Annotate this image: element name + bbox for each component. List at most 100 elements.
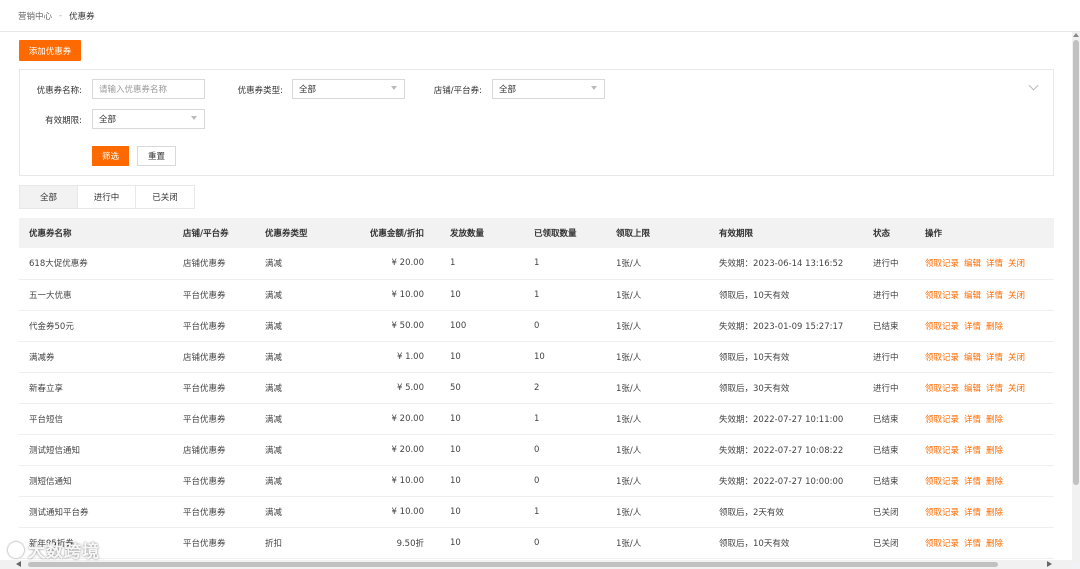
close-link[interactable]: 关闭	[1008, 259, 1025, 269]
claim-records-link[interactable]: 领取记录	[925, 415, 959, 425]
details-link[interactable]: 详情	[964, 415, 981, 425]
cell-type: 满减	[255, 496, 349, 528]
close-link[interactable]: 关闭	[1008, 384, 1025, 394]
cell-limit: 1张/人	[606, 403, 709, 435]
vertical-scrollbar[interactable]	[1072, 32, 1080, 562]
validity-select[interactable]: 全部	[92, 109, 205, 129]
cell-status: 已结束	[863, 434, 915, 466]
claim-records-link[interactable]: 领取记录	[925, 446, 959, 456]
table-row: 新春立享 平台优惠券 满减 ¥ 5.00 50 2 1张/人 领取后，30天有效 进行中 领取记录…	[19, 372, 1054, 404]
cell-actions: 领取记录 编辑 详情 关闭	[915, 248, 1054, 280]
details-link[interactable]: 详情	[986, 291, 1003, 301]
edit-link[interactable]: 编辑	[964, 384, 981, 394]
cell-validity: 领取后，30天有效	[709, 372, 863, 404]
details-link[interactable]: 详情	[964, 446, 981, 456]
claim-records-link[interactable]: 领取记录	[925, 259, 959, 269]
details-link[interactable]: 详情	[986, 384, 1003, 394]
delete-link[interactable]: 删除	[986, 446, 1003, 456]
cell-name: 618大促优惠券	[19, 248, 173, 280]
details-link[interactable]: 详情	[986, 259, 1003, 269]
delete-link[interactable]: 删除	[986, 415, 1003, 425]
cell-scope: 平台优惠券	[173, 465, 255, 497]
cell-validity: 失效期：2022-07-27 10:08:22	[709, 434, 863, 466]
delete-link[interactable]: 删除	[986, 539, 1003, 549]
cell-actions: 领取记录 详情 删除	[915, 310, 1054, 342]
cell-issued: 10	[440, 527, 524, 559]
header-scope: 店铺/平台券	[173, 218, 255, 248]
cell-actions: 领取记录 详情 删除	[915, 527, 1054, 559]
add-coupon-button[interactable]: 添加优惠券	[19, 40, 81, 61]
horizontal-scrollbar[interactable]	[0, 560, 1072, 569]
cell-issued: 10	[440, 403, 524, 435]
cell-issued: 50	[440, 372, 524, 404]
watermark-logo-icon	[8, 541, 24, 558]
edit-link[interactable]: 编辑	[964, 259, 981, 269]
filter-button[interactable]: 筛选	[92, 146, 129, 166]
claim-records-link[interactable]: 领取记录	[925, 353, 959, 363]
delete-link[interactable]: 删除	[986, 477, 1003, 487]
cell-name: 测试通知平台券	[19, 496, 173, 528]
cell-scope: 平台优惠券	[173, 527, 255, 559]
scope-select[interactable]: 全部	[492, 79, 605, 99]
cell-limit: 1张/人	[606, 310, 709, 342]
coupon-type-label: 优惠券类型:	[237, 86, 283, 96]
breadcrumb-parent[interactable]: 营销中心	[18, 10, 52, 22]
coupon-name-input[interactable]: 请输入优惠券名称	[92, 79, 205, 99]
claim-records-link[interactable]: 领取记录	[925, 539, 959, 549]
cell-claimed: 2	[524, 372, 606, 404]
reset-button[interactable]: 重置	[137, 146, 176, 166]
collapse-chevron-icon[interactable]	[1028, 80, 1039, 91]
status-tabs: 全部 进行中 已关闭	[19, 185, 195, 209]
cell-issued: 10	[440, 279, 524, 311]
horizontal-scroll-thumb[interactable]	[28, 562, 998, 567]
cell-name: 测试短信通知	[19, 434, 173, 466]
tab-in-progress[interactable]: 进行中	[78, 186, 136, 208]
cell-scope: 平台优惠券	[173, 372, 255, 404]
cell-name: 新春立享	[19, 372, 173, 404]
details-link[interactable]: 详情	[964, 508, 981, 518]
cell-claimed: 10	[524, 341, 606, 373]
delete-link[interactable]: 删除	[986, 508, 1003, 518]
coupon-type-value: 全部	[299, 85, 317, 95]
edit-link[interactable]: 编辑	[964, 291, 981, 301]
scroll-right-icon[interactable]	[1047, 561, 1052, 567]
vertical-scroll-thumb[interactable]	[1073, 40, 1079, 485]
cell-amount: 9.50折	[349, 527, 440, 559]
delete-link[interactable]: 删除	[986, 322, 1003, 332]
details-link[interactable]: 详情	[964, 477, 981, 487]
cell-name: 五一大优惠	[19, 279, 173, 311]
details-link[interactable]: 详情	[964, 322, 981, 332]
header-status: 状态	[863, 218, 915, 248]
claim-records-link[interactable]: 领取记录	[925, 322, 959, 332]
cell-status: 已结束	[863, 465, 915, 497]
tab-all[interactable]: 全部	[20, 186, 78, 208]
details-link[interactable]: 详情	[986, 353, 1003, 363]
cell-amount: ¥ 20.00	[349, 403, 440, 435]
claim-records-link[interactable]: 领取记录	[925, 477, 959, 487]
edit-link[interactable]: 编辑	[964, 353, 981, 363]
cell-scope: 平台优惠券	[173, 403, 255, 435]
header-claimed: 已领取数量	[524, 218, 606, 248]
claim-records-link[interactable]: 领取记录	[925, 291, 959, 301]
cell-type: 满减	[255, 434, 349, 466]
details-link[interactable]: 详情	[964, 539, 981, 549]
close-link[interactable]: 关闭	[1008, 353, 1025, 363]
cell-type: 满减	[255, 279, 349, 311]
cell-claimed: 1	[524, 279, 606, 311]
cell-type: 满减	[255, 248, 349, 280]
header-issued: 发放数量	[440, 218, 524, 248]
cell-scope: 店铺优惠券	[173, 248, 255, 280]
cell-validity: 领取后，10天有效	[709, 527, 863, 559]
claim-records-link[interactable]: 领取记录	[925, 508, 959, 518]
cell-issued: 1	[440, 248, 524, 280]
claim-records-link[interactable]: 领取记录	[925, 384, 959, 394]
tab-closed[interactable]: 已关闭	[136, 186, 194, 208]
cell-scope: 平台优惠券	[173, 310, 255, 342]
close-link[interactable]: 关闭	[1008, 291, 1025, 301]
scope-label: 店铺/平台券:	[433, 86, 482, 96]
coupon-type-select[interactable]: 全部	[292, 79, 405, 99]
validity-value: 全部	[99, 115, 117, 125]
cell-claimed: 0	[524, 310, 606, 342]
cell-amount: ¥ 10.00	[349, 465, 440, 497]
scroll-up-icon[interactable]	[1073, 33, 1079, 37]
